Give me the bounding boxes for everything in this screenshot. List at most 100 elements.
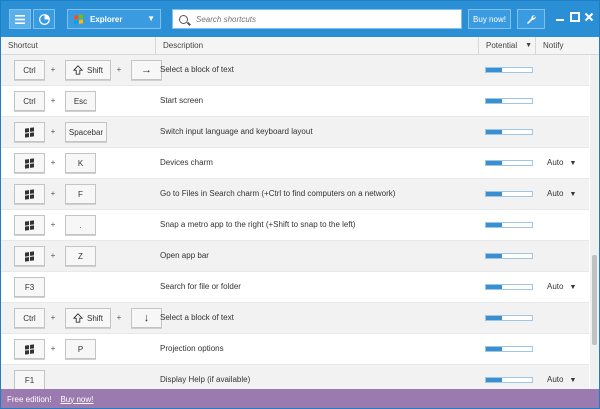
shortcut-description: Projection options [160,344,224,353]
potential-fill [486,99,503,103]
potential-bar [485,129,533,135]
windows-logo-icon [25,250,34,262]
maximize-button[interactable] [569,12,581,24]
key-cap: → [131,60,162,80]
column-notify[interactable]: Notify [536,37,588,55]
key-label: Shift [86,65,103,75]
key-cap: Esc [65,91,96,111]
plus-sign: + [50,251,56,260]
plus-sign: + [50,344,56,353]
key-cap: Ctrl [14,60,45,80]
settings-button[interactable] [517,9,545,29]
shift-key: Shift [65,308,111,328]
edition-label: Free edition! [7,394,52,404]
key-cap: . [65,215,96,235]
key-cap: F [65,184,96,204]
plus-sign: + [116,313,122,322]
key-cap: Z [65,246,96,266]
search-icon [179,14,188,24]
windows-logo-icon [25,219,34,231]
notify-dropdown[interactable]: Auto ▼ [547,158,576,167]
table-row[interactable]: + P Projection options [1,334,589,365]
plus-sign: + [50,96,56,105]
plus-sign: + [50,313,56,322]
table-row[interactable]: F1 Display Help (if available) Auto ▼ [1,365,589,389]
column-description[interactable]: Description [156,37,479,55]
windows-logo-icon [25,188,34,200]
potential-bar [485,160,533,166]
shift-key: Shift [65,60,111,80]
potential-fill [486,130,503,134]
table-row[interactable]: + Z Open app bar [1,241,589,272]
potential-bar [485,284,533,290]
wrench-icon [526,14,536,24]
theme-button[interactable] [33,9,55,29]
search-box[interactable] [172,9,462,29]
notify-value: Auto [547,375,564,384]
potential-fill [486,316,503,320]
hamburger-icon [15,14,25,24]
potential-fill [486,68,503,72]
app-window: Explorer ▼ Buy now! Shortcut Description… [0,0,600,409]
maximize-icon [570,12,580,22]
windows-key [14,246,45,266]
table-row[interactable]: + Spacebar Switch input language and keybo… [1,117,589,148]
potential-fill [486,254,503,258]
potential-fill [486,285,503,289]
key-label: Shift [86,313,103,323]
close-button[interactable] [583,12,595,24]
chevron-down-icon: ▼ [569,284,577,291]
potential-fill [486,192,503,196]
table-row[interactable]: F3 Search for file or folder Auto ▼ [1,272,589,303]
notify-dropdown[interactable]: Auto ▼ [547,375,576,384]
column-potential[interactable]: Potential ▼ [479,37,536,55]
plus-sign: + [116,65,122,74]
close-icon [584,12,594,22]
windows-key [14,122,45,142]
key-cap: K [65,153,96,173]
shortcut-description: Start screen [160,96,204,105]
sort-down-icon: ▼ [525,42,532,49]
chevron-down-icon: ▼ [569,160,577,167]
table-row[interactable]: Ctrl + Shift + → Select a block of text [1,55,589,86]
key-cap: Ctrl [14,308,45,328]
table-row[interactable]: + F Go to Files in Search charm (+Ctrl to … [1,179,589,210]
windows-key [14,184,45,204]
potential-bar [485,253,533,259]
chevron-down-icon: ▼ [569,191,577,198]
shortcut-list: Ctrl + Shift + → Select a block of text Ctrl + E… [1,55,589,389]
table-row[interactable]: +. Snap a metro app to the right (+Shift … [1,210,589,241]
notify-dropdown[interactable]: Auto ▼ [547,189,576,198]
minimize-button[interactable] [554,12,566,24]
menu-button[interactable] [9,9,31,29]
shortcut-description: Switch input language and keyboard layou… [160,127,313,136]
windows-key [14,153,45,173]
buy-now-button[interactable]: Buy now! [468,9,511,29]
potential-bar [485,67,533,73]
potential-bar [485,346,533,352]
notify-value: Auto [547,282,564,291]
windows-logo-icon [25,343,34,355]
column-potential-label: Potential [486,41,518,50]
search-input[interactable] [196,14,446,24]
table-row[interactable]: Ctrl + Shift + ↓ Select a block of text [1,303,589,334]
footer: Free edition! Buy now! [1,389,599,408]
minimize-icon [556,19,564,21]
scrollbar[interactable] [590,55,599,389]
footer-buy-link[interactable]: Buy now! [60,395,93,404]
shortcut-description: Devices charm [160,158,213,167]
notify-dropdown[interactable]: Auto ▼ [547,282,576,291]
shortcut-description: Select a block of text [160,313,234,322]
potential-fill [486,161,503,165]
shortcut-description: Snap a metro app to the right (+Shift to… [160,220,356,229]
category-dropdown[interactable]: Explorer ▼ [67,9,161,29]
column-shortcut[interactable]: Shortcut [1,37,156,55]
table-row[interactable]: Ctrl + Esc Start screen [1,86,589,117]
potential-fill [486,378,503,382]
pie-icon [38,13,50,25]
table-row[interactable]: + K Devices charm Auto ▼ [1,148,589,179]
windows-key [14,339,45,359]
plus-sign: + [50,127,56,136]
scrollbar-thumb[interactable] [592,255,597,345]
column-header: Shortcut Description Potential ▼ Notify [1,37,599,55]
